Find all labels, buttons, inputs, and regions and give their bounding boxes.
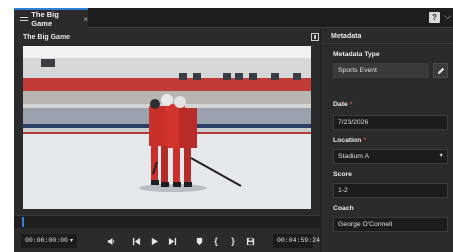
play-icon[interactable] bbox=[149, 236, 159, 246]
score-label: Score bbox=[333, 171, 352, 178]
chevron-down-icon[interactable]: ▾ bbox=[70, 234, 73, 248]
panel-title: Metadata bbox=[321, 29, 453, 44]
step-back-icon[interactable] bbox=[131, 236, 141, 246]
app-window: The Big Game × ? ⌵ The Big Game 00:00:00… bbox=[14, 8, 453, 252]
date-label-text: Date bbox=[333, 101, 348, 108]
coach-label: Coach bbox=[333, 205, 354, 212]
mark-out-icon[interactable]: } bbox=[228, 236, 238, 246]
end-timecode: 00:04:59:24 bbox=[273, 234, 320, 248]
step-forward-icon[interactable] bbox=[167, 236, 177, 246]
volume-icon[interactable] bbox=[106, 236, 116, 246]
video-player: The Big Game 00:00:00:00 ▾ {} 00:04:59:… bbox=[14, 29, 320, 252]
location-label: Location * bbox=[333, 137, 366, 144]
current-timecode[interactable]: 00:00:00:00 ▾ bbox=[21, 234, 77, 248]
chevron-down-icon[interactable]: ⌵ bbox=[444, 11, 451, 22]
metadata-type-label: Metadata Type bbox=[333, 51, 380, 58]
marker-icon[interactable] bbox=[194, 236, 204, 246]
detach-panel-icon[interactable] bbox=[311, 33, 319, 41]
date-field[interactable]: 7/23/2026 bbox=[333, 115, 448, 130]
location-dropdown[interactable]: Stadium A ▼ bbox=[333, 149, 448, 164]
menu-lines-icon bbox=[20, 16, 29, 23]
playhead[interactable] bbox=[22, 217, 24, 227]
hockey-scene-image bbox=[23, 46, 311, 209]
edit-metadata-type-button[interactable] bbox=[433, 63, 448, 78]
metadata-panel: Metadata Metadata Type Sports Event Date… bbox=[320, 29, 453, 252]
tab-label: The Big Game bbox=[31, 10, 59, 28]
video-frame[interactable] bbox=[23, 46, 311, 209]
close-icon[interactable]: × bbox=[83, 15, 88, 24]
timeline-scrubber[interactable] bbox=[14, 215, 320, 228]
playback-controls: 00:00:00:00 ▾ { } 00:04:59:24 bbox=[14, 230, 320, 252]
tab-the-big-game[interactable]: The Big Game × bbox=[14, 8, 88, 28]
date-label: Date * bbox=[333, 101, 352, 108]
required-marker: * bbox=[349, 101, 353, 108]
pencil-icon bbox=[437, 67, 444, 74]
metadata-type-field: Sports Event bbox=[333, 63, 429, 78]
tab-bar: The Big Game × ? ⌵ bbox=[14, 8, 453, 28]
location-label-text: Location bbox=[333, 137, 362, 144]
location-value: Stadium A bbox=[338, 153, 369, 160]
required-marker: * bbox=[363, 137, 366, 144]
current-timecode-value: 00:00:00:00 bbox=[25, 237, 68, 244]
save-icon[interactable] bbox=[245, 236, 255, 246]
coach-field[interactable]: George O'Connell bbox=[333, 217, 448, 232]
chevron-down-icon: ▼ bbox=[438, 153, 444, 159]
score-field[interactable]: 1-2 bbox=[333, 183, 448, 198]
help-button[interactable]: ? bbox=[429, 12, 440, 23]
player-title: The Big Game bbox=[23, 34, 71, 41]
mark-in-icon[interactable]: { bbox=[211, 236, 221, 246]
